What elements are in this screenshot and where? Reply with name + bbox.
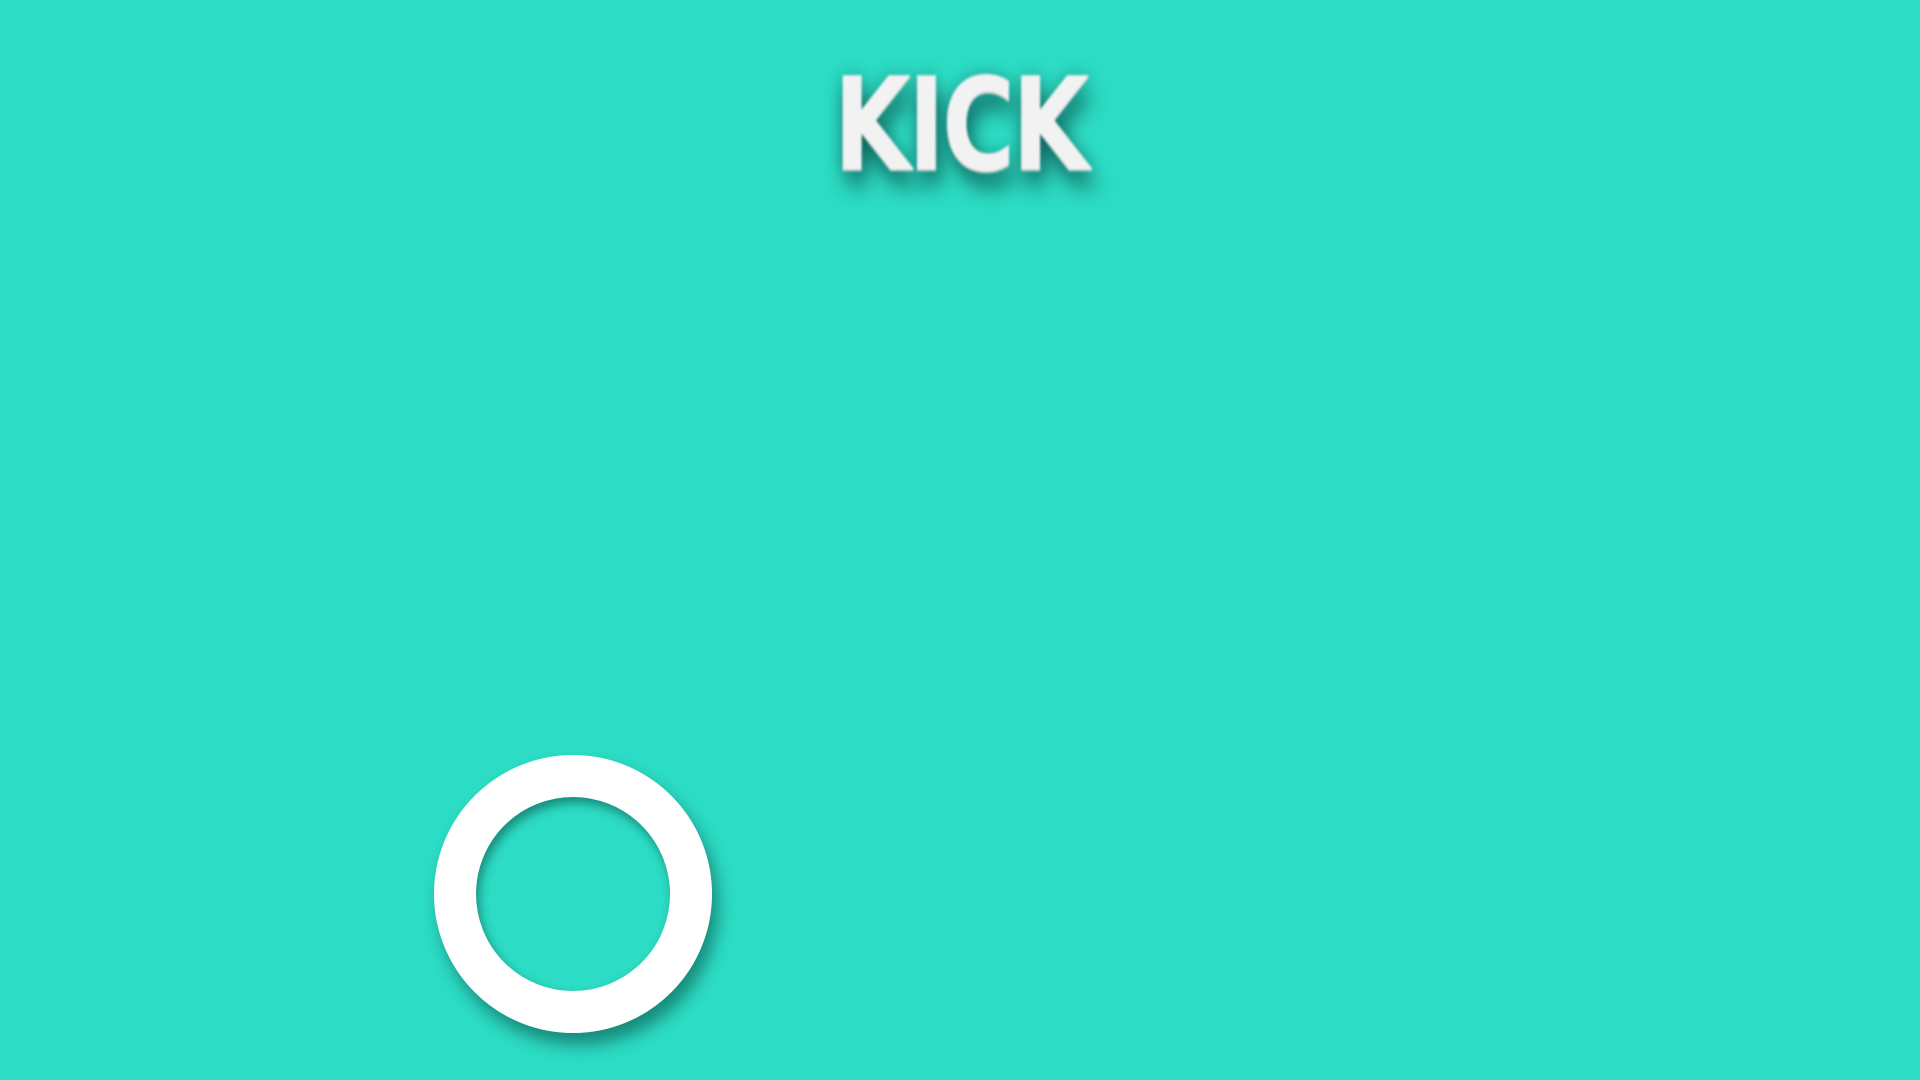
kick-title-text: KICK	[833, 51, 1090, 200]
ring-icon	[434, 755, 712, 1033]
animation-stage: KICK	[0, 0, 1920, 1080]
